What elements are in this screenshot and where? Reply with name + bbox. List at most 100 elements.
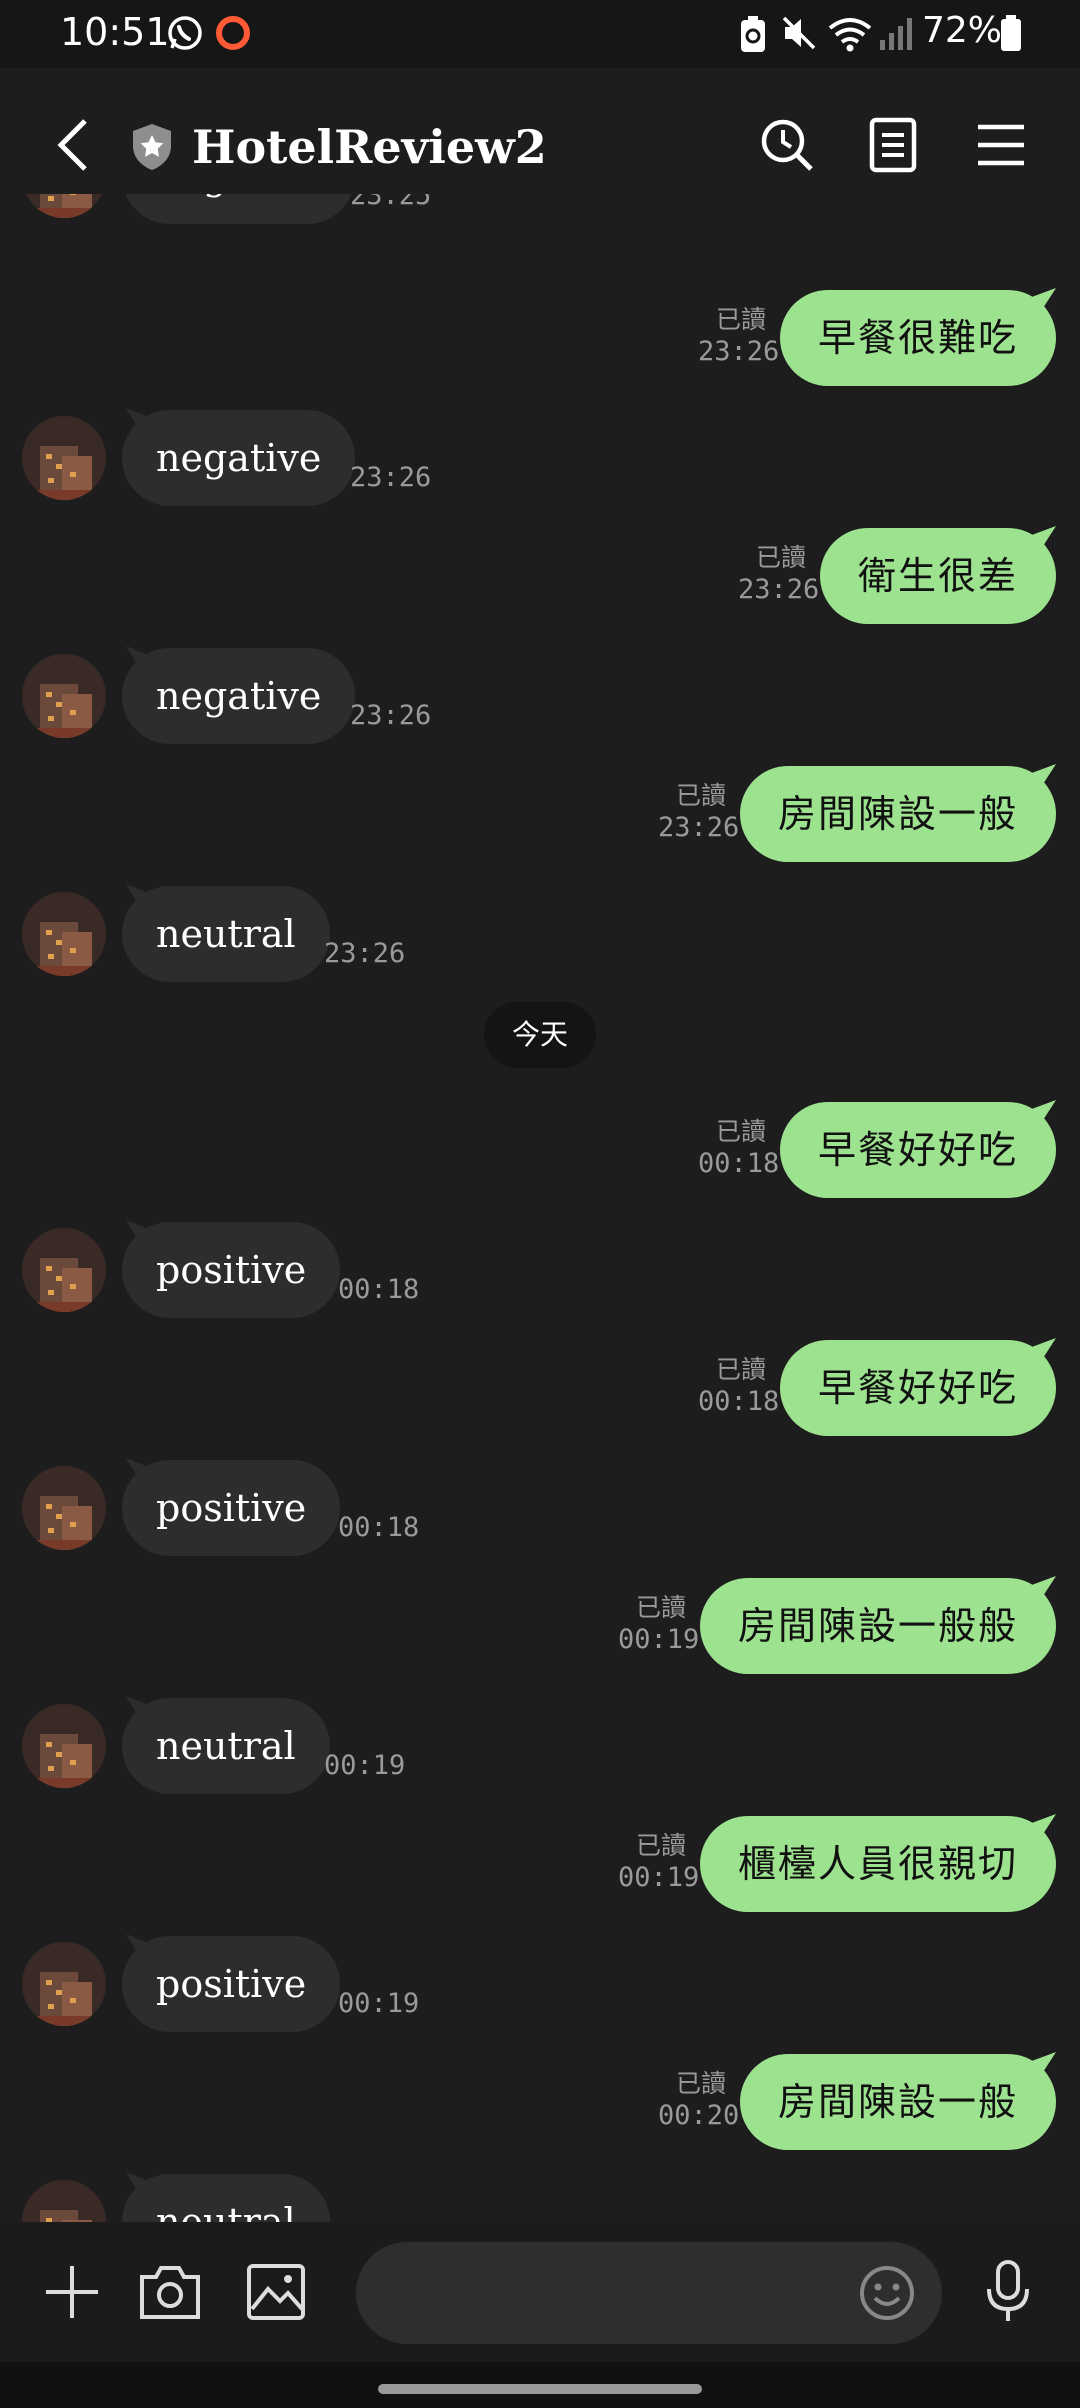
read-receipt: 已讀 — [715, 1117, 766, 1146]
message-row-outgoing: 已讀 00:20 房間陳設一般 — [0, 2050, 1080, 2150]
outgoing-message-bubble[interactable]: 早餐很難吃 — [779, 290, 1056, 386]
message-row-incoming: positive 00:18 — [0, 1218, 1080, 1318]
incoming-message-bubble[interactable]: negative — [122, 194, 356, 224]
camera-button[interactable] — [132, 2254, 208, 2330]
bot-avatar[interactable] — [22, 1704, 106, 1788]
outgoing-message-bubble[interactable]: 早餐好好吃 — [779, 1102, 1056, 1198]
gallery-button[interactable] — [238, 2254, 314, 2330]
emoji-icon — [860, 2266, 914, 2320]
outgoing-message-bubble[interactable]: 房間陳設一般 — [739, 2054, 1056, 2150]
wifi-icon — [826, 14, 874, 58]
message-row-incoming: positive 00:18 — [0, 1456, 1080, 1556]
message-row-incoming: neutral — [0, 2170, 1080, 2222]
battery-saver-icon — [738, 14, 768, 58]
battery-percent: 72% — [922, 10, 1003, 51]
message-list[interactable]: negative 23:25 已讀 23:26 早餐很難吃 negative 2… — [0, 194, 1080, 2222]
message-input[interactable] — [356, 2242, 942, 2344]
bot-avatar[interactable] — [22, 892, 106, 976]
read-receipt: 已讀 — [755, 543, 806, 572]
message-row-incoming: neutral 00:19 — [0, 1694, 1080, 1794]
bot-avatar[interactable] — [22, 2180, 106, 2222]
incoming-message-bubble[interactable]: negative — [122, 648, 356, 744]
incoming-message-bubble[interactable]: positive — [122, 1460, 341, 1556]
message-row-outgoing: 已讀 00:19 房間陳設一般般 — [0, 1574, 1080, 1674]
bot-avatar[interactable] — [22, 1466, 106, 1550]
outgoing-message-bubble[interactable]: 衛生很差 — [819, 528, 1056, 624]
notes-button[interactable] — [858, 110, 928, 180]
emoji-button[interactable] — [858, 2264, 916, 2326]
notes-icon — [869, 117, 917, 173]
message-time: 23:26 — [324, 938, 406, 969]
message-time: 00:18 — [338, 1274, 420, 1305]
signal-icon — [878, 14, 914, 56]
message-row-outgoing: 已讀 23:26 房間陳設一般 — [0, 762, 1080, 862]
menu-icon — [978, 124, 1024, 166]
chat-header: HotelReview2 — [0, 68, 1080, 194]
shield-star-icon — [130, 122, 174, 176]
incoming-message-bubble[interactable]: neutral — [122, 2174, 330, 2222]
read-receipt: 已讀 — [635, 1831, 686, 1860]
microphone-icon — [987, 2260, 1029, 2321]
bot-avatar[interactable] — [22, 194, 106, 218]
incoming-message-bubble[interactable]: positive — [122, 1222, 341, 1318]
message-row-outgoing: 已讀 00:18 早餐好好吃 — [0, 1336, 1080, 1436]
add-button[interactable] — [34, 2254, 110, 2330]
read-receipt: 已讀 — [635, 1593, 686, 1622]
input-bar — [0, 2222, 1080, 2362]
read-receipt: 已讀 — [675, 2069, 726, 2098]
message-time: 00:19 — [618, 1862, 700, 1893]
incoming-message-bubble[interactable]: neutral — [122, 1698, 330, 1794]
chat-title: HotelReview2 — [192, 120, 547, 174]
message-time: 00:19 — [324, 1750, 406, 1781]
outgoing-message-bubble[interactable]: 早餐好好吃 — [779, 1340, 1056, 1436]
message-time: 23:25 — [350, 194, 432, 211]
record-icon — [214, 14, 252, 56]
outgoing-message-bubble[interactable]: 櫃檯人員很親切 — [699, 1816, 1056, 1912]
whatsapp-icon — [166, 14, 204, 56]
search-history-button[interactable] — [752, 110, 822, 180]
message-row-incoming: negative 23:26 — [0, 644, 1080, 744]
camera-icon — [140, 2266, 200, 2319]
incoming-message-bubble[interactable]: negative — [122, 410, 356, 506]
bot-avatar[interactable] — [22, 1942, 106, 2026]
incoming-message-bubble[interactable]: neutral — [122, 886, 330, 982]
bot-avatar[interactable] — [22, 416, 106, 500]
bot-avatar[interactable] — [22, 1228, 106, 1312]
message-time: 23:26 — [350, 700, 432, 731]
back-button[interactable] — [38, 110, 108, 180]
mute-icon — [780, 14, 818, 56]
message-row-outgoing: 已讀 23:26 早餐很難吃 — [0, 286, 1080, 386]
outgoing-message-bubble[interactable]: 房間陳設一般般 — [699, 1578, 1056, 1674]
search-clock-icon — [761, 119, 813, 171]
message-time: 00:20 — [658, 2100, 740, 2131]
date-divider: 今天 — [484, 1002, 596, 1068]
system-nav-bar — [0, 2362, 1080, 2408]
home-gesture-handle[interactable] — [378, 2384, 702, 2394]
image-icon — [247, 2264, 305, 2320]
message-time: 23:26 — [698, 336, 780, 367]
battery-icon — [1000, 14, 1022, 56]
message-time: 00:18 — [698, 1148, 780, 1179]
status-bar: 10:51 72% — [0, 0, 1080, 68]
status-time: 10:51 — [60, 10, 170, 54]
bot-avatar[interactable] — [22, 654, 106, 738]
back-icon — [57, 119, 87, 171]
message-time: 23:26 — [738, 574, 820, 605]
incoming-message-bubble[interactable]: positive — [122, 1936, 341, 2032]
message-time: 00:18 — [338, 1512, 420, 1543]
read-receipt: 已讀 — [675, 781, 726, 810]
message-row-outgoing: 已讀 00:19 櫃檯人員很親切 — [0, 1812, 1080, 1912]
message-row-incoming: negative 23:25 — [0, 194, 1080, 224]
message-row-outgoing: 已讀 23:26 衛生很差 — [0, 524, 1080, 624]
message-time: 00:18 — [698, 1386, 780, 1417]
message-time: 23:26 — [350, 462, 432, 493]
read-receipt: 已讀 — [715, 305, 766, 334]
message-row-incoming: neutral 23:26 — [0, 882, 1080, 982]
outgoing-message-bubble[interactable]: 房間陳設一般 — [739, 766, 1056, 862]
menu-button[interactable] — [966, 110, 1036, 180]
message-time: 00:19 — [338, 1988, 420, 2019]
voice-button[interactable] — [970, 2254, 1046, 2330]
message-row-outgoing: 已讀 00:18 早餐好好吃 — [0, 1098, 1080, 1198]
message-row-incoming: negative 23:26 — [0, 406, 1080, 506]
message-time: 00:19 — [618, 1624, 700, 1655]
